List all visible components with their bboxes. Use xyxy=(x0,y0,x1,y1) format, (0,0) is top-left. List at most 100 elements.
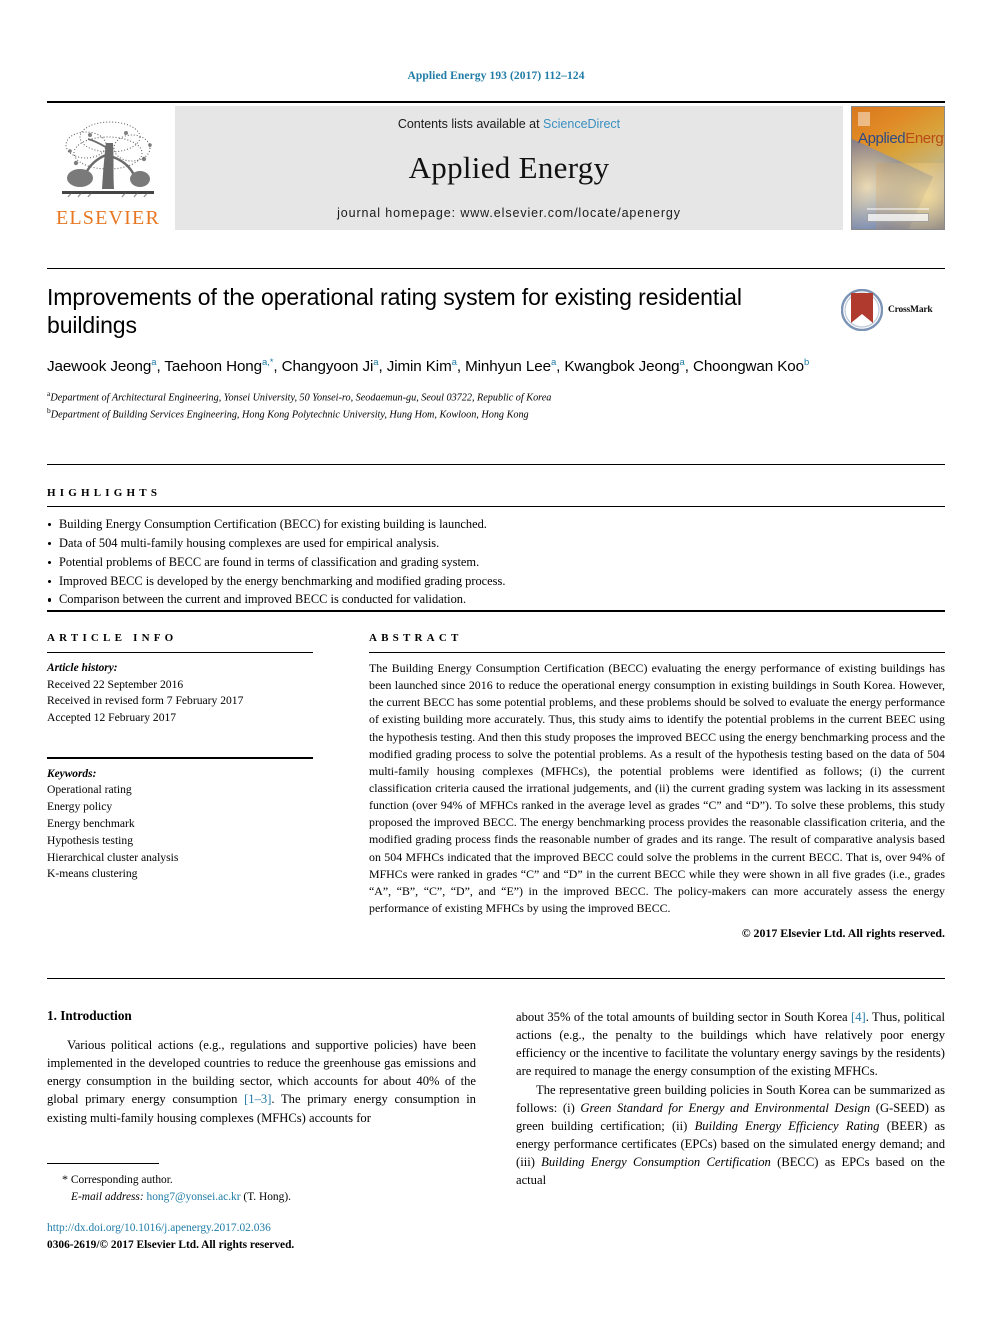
article-history-item: Received 22 September 2016 xyxy=(47,677,184,691)
affiliation-text: Department of Architectural Engineering,… xyxy=(50,392,552,404)
author-sep: , xyxy=(456,358,466,376)
author-name: Minhyun Lee xyxy=(465,358,551,376)
author-item: Jaewook Jeonga, xyxy=(47,357,164,376)
abstract-text: The Building Energy Consumption Certific… xyxy=(369,661,945,915)
journal-masthead: ELSEVIER Contents lists available at Sci… xyxy=(47,101,945,230)
title-separator-rule xyxy=(47,268,945,269)
running-head: Applied Energy 193 (2017) 112–124 xyxy=(407,70,585,82)
policy-name-beer: Building Energy Efficiency Rating xyxy=(694,1118,880,1133)
footnote-email-line: E-mail address: hong7@yonsei.ac.kr (T. H… xyxy=(47,1189,476,1206)
affiliation-item: bDepartment of Building Services Enginee… xyxy=(47,406,945,423)
cover-title: AppliedEnergy xyxy=(858,130,944,147)
author-name: Changyoon Ji xyxy=(281,358,374,376)
paper-page: Applied Energy 193 (2017) 112–124 ELSEVI… xyxy=(0,0,992,1323)
page-title: Improvements of the operational rating s… xyxy=(47,284,742,339)
policy-name-becc: Building Energy Consumption Certificatio… xyxy=(541,1155,771,1169)
keywords-rule xyxy=(47,756,313,759)
paragraph: about 35% of the total amounts of buildi… xyxy=(516,1008,945,1081)
footnote-corresponding-label: Corresponding author. xyxy=(70,1174,173,1186)
cover-footer-line xyxy=(867,208,929,210)
elsevier-logo: ELSEVIER xyxy=(47,106,169,230)
corresponding-author-footnote: * Corresponding author. E-mail address: … xyxy=(47,1163,476,1205)
author-affil-mark: a,* xyxy=(262,357,274,369)
highlights-heading: HIGHLIGHTS xyxy=(47,487,162,499)
highlights-list: Building Energy Consumption Certificatio… xyxy=(47,515,945,609)
cover-elsevier-mark xyxy=(858,112,870,126)
footnote-corresponding-line: * Corresponding author. xyxy=(47,1171,476,1189)
paragraph-text: about 35% of the total amounts of buildi… xyxy=(516,1010,852,1024)
citation-ref[interactable]: [1–3] xyxy=(244,1092,271,1106)
info-abstract-columns: ARTICLE INFO Article history: Received 2… xyxy=(47,632,945,941)
crossmark-label: CrossMark xyxy=(888,305,933,315)
list-item: Improved BECC is developed by the energy… xyxy=(47,572,945,591)
crossmark-icon xyxy=(841,289,883,331)
keywords-label: Keywords: xyxy=(47,767,97,780)
paragraph: Various political actions (e.g., regulat… xyxy=(47,1036,476,1127)
keyword-item: Hierarchical cluster analysis xyxy=(47,850,179,864)
list-item: Comparison between the current and impro… xyxy=(47,590,945,609)
author-affil-mark: b xyxy=(803,357,810,369)
cover-title-applied: Applied xyxy=(858,130,906,147)
keyword-item: Energy benchmark xyxy=(47,817,135,831)
abstract-section: ABSTRACT The Building Energy Consumption… xyxy=(369,632,945,941)
email-owner: (T. Hong). xyxy=(243,1190,291,1203)
keyword-item: Operational rating xyxy=(47,783,132,797)
sciencedirect-link[interactable]: ScienceDirect xyxy=(543,117,620,131)
abstract-copyright: © 2017 Elsevier Ltd. All rights reserved… xyxy=(741,926,945,941)
cover-title-energy: Energy xyxy=(905,130,944,147)
author-item: Choongwan Koob xyxy=(693,357,810,375)
article-info-heading: ARTICLE INFO xyxy=(47,632,178,644)
keywords-block: Keywords: Operational rating Energy poli… xyxy=(47,756,313,883)
email-link[interactable]: hong7@yonsei.ac.kr xyxy=(147,1191,241,1203)
footnote-rule xyxy=(47,1163,159,1164)
author-name: Jaewook Jeong xyxy=(47,358,152,376)
section-title-introduction: 1. Introduction xyxy=(47,1008,132,1023)
abstract-rule xyxy=(369,652,945,653)
contents-available-line: Contents lists available at ScienceDirec… xyxy=(398,117,620,131)
author-item: Taehoon Honga,*, xyxy=(164,357,282,376)
doi-link[interactable]: http://dx.doi.org/10.1016/j.apenergy.201… xyxy=(47,1220,507,1237)
elsevier-tree-icon xyxy=(62,121,154,198)
list-item: Building Energy Consumption Certificatio… xyxy=(47,515,945,534)
author-sep: , xyxy=(684,358,693,376)
elsevier-wordmark: ELSEVIER xyxy=(55,207,161,229)
title-block: CrossMark Improvements of the operationa… xyxy=(47,283,945,423)
author-item: Minhyun Leea, xyxy=(465,357,564,376)
journal-homepage[interactable]: journal homepage: www.elsevier.com/locat… xyxy=(337,206,681,220)
article-history-label: Article history: xyxy=(47,662,118,674)
highlights-rule xyxy=(47,506,945,507)
article-info-rule xyxy=(47,652,313,653)
list-item: Data of 504 multi-family housing complex… xyxy=(47,534,945,553)
author-sep: , xyxy=(378,358,387,376)
keyword-item: Energy policy xyxy=(47,800,113,814)
journal-title: Applied Energy xyxy=(408,149,610,185)
cover-footer-badge xyxy=(867,213,929,222)
author-name: Jimin Kim xyxy=(386,358,452,376)
info-separator-rule xyxy=(47,610,945,612)
highlights-separator-rule xyxy=(47,464,945,465)
footnote-star: * xyxy=(62,1172,68,1186)
author-sep: , xyxy=(273,358,282,376)
citation-ref[interactable]: [4] xyxy=(851,1010,866,1024)
affiliation-item: aDepartment of Architectural Engineering… xyxy=(47,389,945,406)
body-column-right: about 35% of the total amounts of buildi… xyxy=(516,1008,945,1189)
list-item: Potential problems of BECC are found in … xyxy=(47,553,945,572)
contents-banner: Contents lists available at ScienceDirec… xyxy=(175,106,843,230)
cover-footer xyxy=(867,208,929,222)
article-history-item: Received in revised form 7 February 2017 xyxy=(47,694,244,708)
author-item: Changyoon Jia, xyxy=(281,357,387,376)
affiliation-text: Department of Building Services Engineer… xyxy=(50,409,529,421)
author-name: Taehoon Hong xyxy=(164,358,263,376)
journal-cover-image: AppliedEnergy xyxy=(851,106,945,230)
email-address-label: E-mail address: xyxy=(71,1190,144,1203)
issn-copyright-line: 0306-2619/© 2017 Elsevier Ltd. All right… xyxy=(47,1239,295,1252)
doi-and-issn-block: http://dx.doi.org/10.1016/j.apenergy.201… xyxy=(47,1220,507,1254)
affiliation-list: aDepartment of Architectural Engineering… xyxy=(47,389,945,423)
author-list: Jaewook Jeonga, Taehoon Honga,*, Changyo… xyxy=(47,356,857,378)
author-name: Kwangbok Jeong xyxy=(564,358,680,376)
author-item: Jimin Kima, xyxy=(386,357,466,376)
crossmark-badge[interactable]: CrossMark xyxy=(841,286,945,334)
paragraph: The representative green building polici… xyxy=(516,1081,945,1190)
policy-name-gseed: Green Standard for Energy and Environmen… xyxy=(580,1100,871,1115)
author-item: Kwangbok Jeonga, xyxy=(564,357,693,376)
